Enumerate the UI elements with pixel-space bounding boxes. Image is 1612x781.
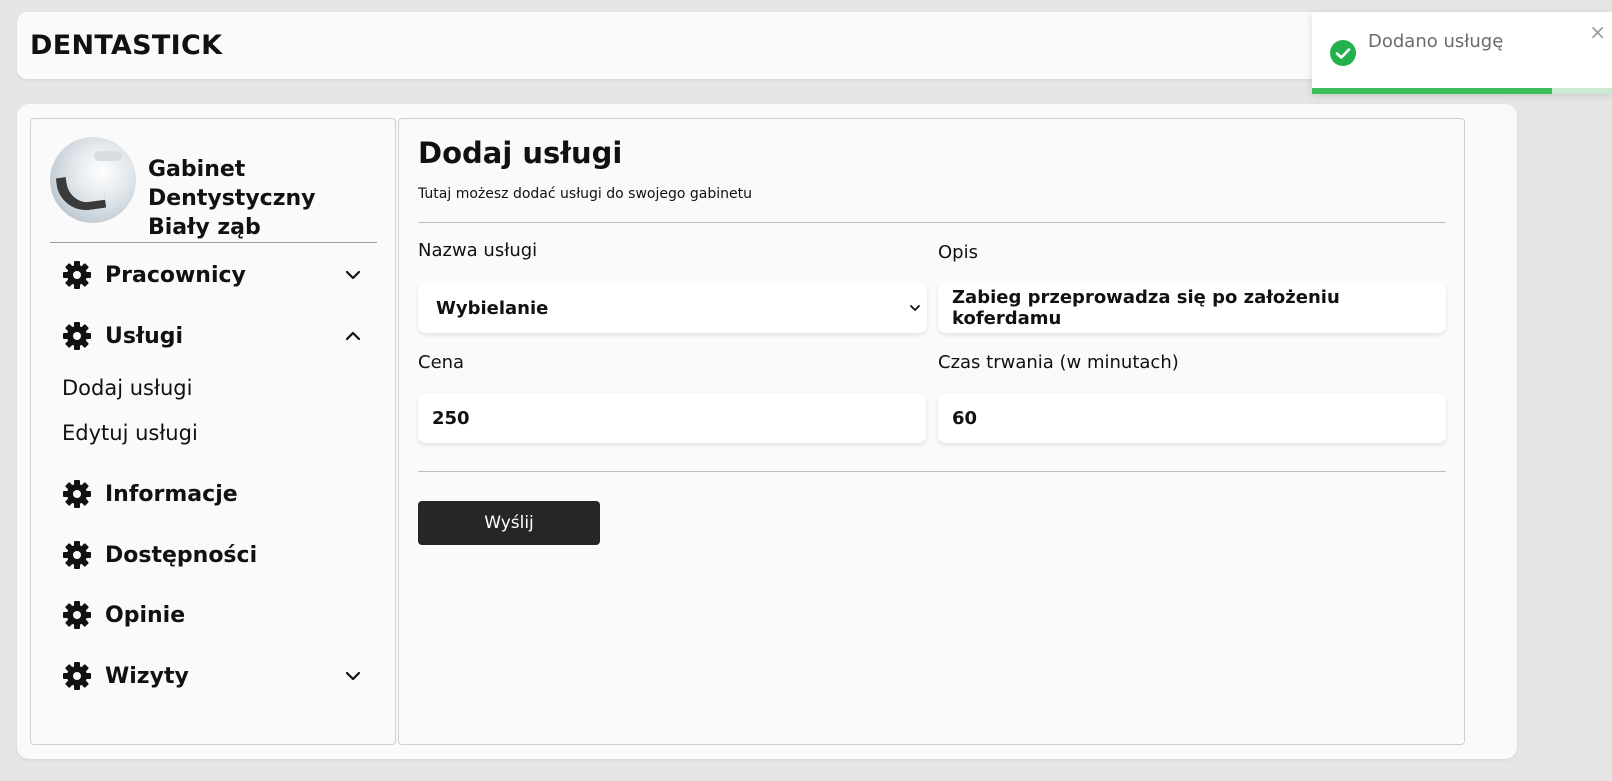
- sidebar-item-wizyty[interactable]: Wizyty: [61, 656, 361, 696]
- page-subtitle: Tutaj możesz dodać usługi do swojego gab…: [418, 186, 752, 202]
- sidebar-item-opinie[interactable]: Opinie: [61, 595, 361, 635]
- chevron-down-icon: [910, 305, 920, 311]
- sidebar-item-label: Pracownicy: [105, 262, 246, 288]
- gear-icon: [63, 601, 91, 629]
- description-input[interactable]: Zabieg przeprowadza się po założeniu kof…: [938, 283, 1446, 333]
- content-shell: Gabinet Dentystyczny Biały ząb Pracownic…: [17, 104, 1517, 759]
- description-label: Opis: [938, 242, 978, 263]
- service-name-label: Nazwa usługi: [418, 240, 538, 261]
- sidebar-item-label: Dostępności: [105, 542, 258, 568]
- clinic-header: Gabinet Dentystyczny Biały ząb: [50, 137, 377, 243]
- gear-icon: [63, 480, 91, 508]
- sidebar-item-label: Informacje: [105, 481, 238, 507]
- chevron-down-icon[interactable]: [345, 267, 361, 283]
- check-circle-icon: [1330, 40, 1356, 66]
- clinic-avatar: [50, 137, 136, 223]
- gear-icon: [63, 261, 91, 289]
- toast-message: Dodano usługę: [1368, 31, 1504, 52]
- submit-button[interactable]: Wyślij: [418, 501, 600, 545]
- sidebar-item-uslugi[interactable]: Usługi: [61, 316, 361, 356]
- price-value: 250: [432, 407, 470, 429]
- sidebar-item-label: Opinie: [105, 602, 186, 628]
- main-panel: Dodaj usługi Tutaj możesz dodać usługi d…: [398, 118, 1465, 745]
- sidebar-subitem-dodaj-uslugi[interactable]: Dodaj usługi: [62, 376, 192, 400]
- price-label: Cena: [418, 352, 465, 373]
- gear-icon: [63, 541, 91, 569]
- sidebar: Gabinet Dentystyczny Biały ząb Pracownic…: [30, 118, 396, 745]
- sidebar-item-dostepnosci[interactable]: Dostępności: [61, 535, 361, 575]
- gear-icon: [63, 322, 91, 350]
- toast-progress-bar: [1312, 88, 1552, 94]
- sidebar-item-label: Usługi: [105, 323, 184, 349]
- description-value: Zabieg przeprowadza się po założeniu kof…: [952, 287, 1340, 329]
- app-brand[interactable]: DENTASTICK: [30, 30, 222, 61]
- close-icon[interactable]: ×: [1589, 20, 1606, 44]
- sidebar-item-label: Wizyty: [105, 663, 189, 689]
- divider: [418, 222, 1446, 223]
- chevron-up-icon[interactable]: [345, 328, 361, 344]
- price-input[interactable]: 250: [418, 393, 926, 443]
- service-name-select[interactable]: Wybielanie: [418, 283, 927, 333]
- chevron-down-icon[interactable]: [345, 668, 361, 684]
- gear-icon: [63, 662, 91, 690]
- divider: [418, 471, 1446, 472]
- sidebar-subitem-edytuj-uslugi[interactable]: Edytuj usługi: [62, 421, 198, 445]
- duration-label: Czas trwania (w minutach): [938, 352, 1179, 373]
- sidebar-item-pracownicy[interactable]: Pracownicy: [61, 255, 361, 295]
- toast-progress-track: [1312, 88, 1612, 94]
- page-title: Dodaj usługi: [418, 136, 623, 170]
- service-name-value: Wybielanie: [436, 297, 549, 319]
- duration-input[interactable]: 60: [938, 393, 1446, 443]
- clinic-name: Gabinet Dentystyczny Biały ząb: [148, 157, 316, 240]
- sidebar-item-informacje[interactable]: Informacje: [61, 474, 361, 514]
- success-toast[interactable]: Dodano usługę ×: [1312, 12, 1612, 94]
- duration-value: 60: [952, 407, 978, 429]
